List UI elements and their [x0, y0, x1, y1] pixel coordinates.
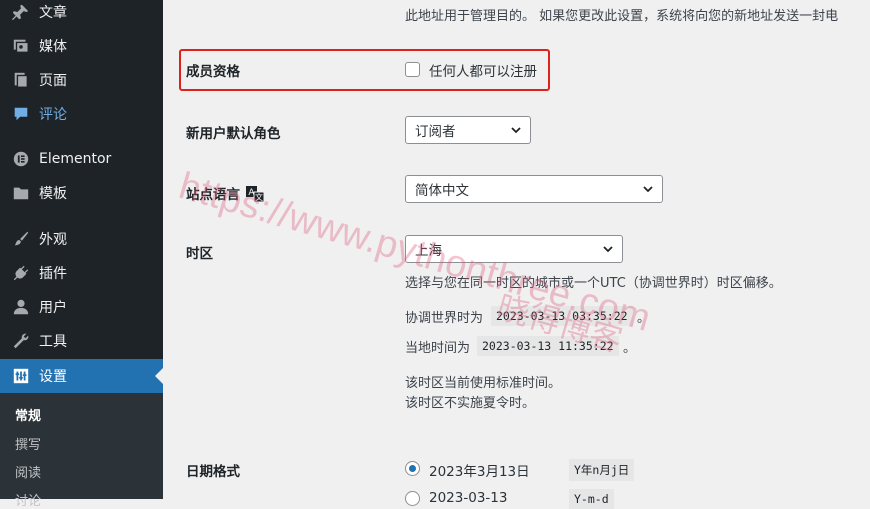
sidebar-item-label: 插件 — [39, 266, 67, 282]
sidebar-item-elementor[interactable]: Elementor — [0, 142, 163, 176]
default-role-label: 新用户默认角色 — [186, 126, 281, 142]
sidebar-item-label: Elementor — [39, 151, 112, 167]
settings-icon — [11, 366, 31, 386]
membership-checkbox-label[interactable]: 任何人都可以注册 — [429, 60, 537, 80]
utc-time-prefix: 协调世界时为 — [405, 311, 484, 326]
timezone-description: 选择与您在同一时区的城市或一个UTC（协调世界时）时区偏移。 — [405, 276, 782, 291]
media-icon — [11, 36, 31, 56]
local-time-prefix: 当地时间为 — [405, 341, 471, 356]
date-format-label: 日期格式 — [186, 464, 240, 480]
settings-content: 此地址用于管理目的。 如果您更改此设置，系统将向您的新地址发送一封电 成员资格 … — [163, 0, 870, 509]
wrench-icon — [11, 331, 31, 351]
site-language-value: 简体中文 — [415, 183, 469, 199]
sidebar-item-tools[interactable]: 工具 — [0, 324, 163, 358]
submenu-item-reading[interactable]: 阅读 — [15, 462, 41, 481]
sidebar-item-comments[interactable]: 评论 — [0, 97, 163, 131]
local-time-period: 。 — [623, 341, 637, 356]
utc-time-period: 。 — [637, 311, 651, 326]
timezone-select[interactable]: 上海 — [405, 235, 623, 263]
membership-label: 成员资格 — [186, 64, 240, 80]
submenu-item-discussion[interactable]: 讨论 — [15, 490, 41, 509]
admin-sidebar: 文章 媒体 页面 评论 Elementor 模板 外观 插件 用户 工具 设置 — [0, 0, 163, 509]
utc-time-value: 2023-03-13 03:35:22 — [491, 306, 633, 326]
site-language-label: 站点语言 — [186, 187, 240, 203]
pages-icon — [11, 70, 31, 90]
default-role-value: 订阅者 — [415, 124, 456, 140]
timezone-label: 时区 — [186, 246, 213, 262]
sidebar-item-label: 评论 — [39, 107, 67, 123]
date-format-code: Y-m-d — [569, 489, 614, 509]
pin-icon — [11, 2, 31, 22]
sidebar-item-label: 媒体 — [39, 39, 67, 55]
submenu-item-writing[interactable]: 撰写 — [15, 434, 41, 453]
sidebar-item-settings[interactable]: 设置 — [0, 359, 163, 393]
chevron-down-icon — [643, 186, 653, 193]
settings-submenu: 常规 撰写 阅读 讨论 — [0, 393, 163, 509]
date-format-radio[interactable] — [405, 461, 420, 476]
plugin-icon — [11, 263, 31, 283]
admin-email-description: 此地址用于管理目的。 如果您更改此设置，系统将向您的新地址发送一封电 — [405, 9, 839, 24]
user-icon — [11, 297, 31, 317]
sidebar-item-media[interactable]: 媒体 — [0, 29, 163, 63]
submenu-item-general[interactable]: 常规 — [15, 405, 41, 424]
sidebar-item-posts[interactable]: 文章 — [0, 0, 163, 29]
sidebar-item-label: 设置 — [39, 369, 67, 385]
sidebar-item-appearance[interactable]: 外观 — [0, 222, 163, 256]
translate-icon: A文 — [245, 185, 265, 207]
date-format-display[interactable]: 2023年3月13日 — [429, 460, 530, 480]
date-format-code: Y年n月j日 — [569, 459, 635, 481]
sidebar-item-users[interactable]: 用户 — [0, 290, 163, 324]
timezone-note-dst: 该时区不实施夏令时。 — [405, 396, 536, 411]
sidebar-item-label: 文章 — [39, 5, 67, 21]
sidebar-item-plugins[interactable]: 插件 — [0, 256, 163, 290]
chevron-down-icon — [511, 127, 521, 134]
sidebar-item-label: 外观 — [39, 232, 67, 248]
site-language-select[interactable]: 简体中文 — [405, 175, 663, 203]
comment-icon — [11, 104, 31, 124]
brush-icon — [11, 229, 31, 249]
local-time-value: 2023-03-13 11:35:22 — [477, 336, 619, 356]
membership-checkbox[interactable] — [405, 62, 420, 77]
elementor-icon — [11, 149, 31, 169]
sidebar-item-label: 页面 — [39, 73, 67, 89]
default-role-select[interactable]: 订阅者 — [405, 116, 531, 144]
date-format-display[interactable]: 2023-03-13 — [429, 490, 507, 506]
chevron-down-icon — [603, 246, 613, 253]
folder-icon — [11, 183, 31, 203]
sidebar-item-label: 用户 — [39, 300, 67, 316]
sidebar-item-label: 工具 — [39, 334, 67, 350]
timezone-value: 上海 — [415, 243, 442, 259]
timezone-note-standard: 该时区当前使用标准时间。 — [405, 376, 562, 391]
sidebar-item-pages[interactable]: 页面 — [0, 63, 163, 97]
sidebar-item-templates[interactable]: 模板 — [0, 176, 163, 210]
svg-text:文: 文 — [255, 192, 263, 202]
sidebar-item-label: 模板 — [39, 186, 67, 202]
